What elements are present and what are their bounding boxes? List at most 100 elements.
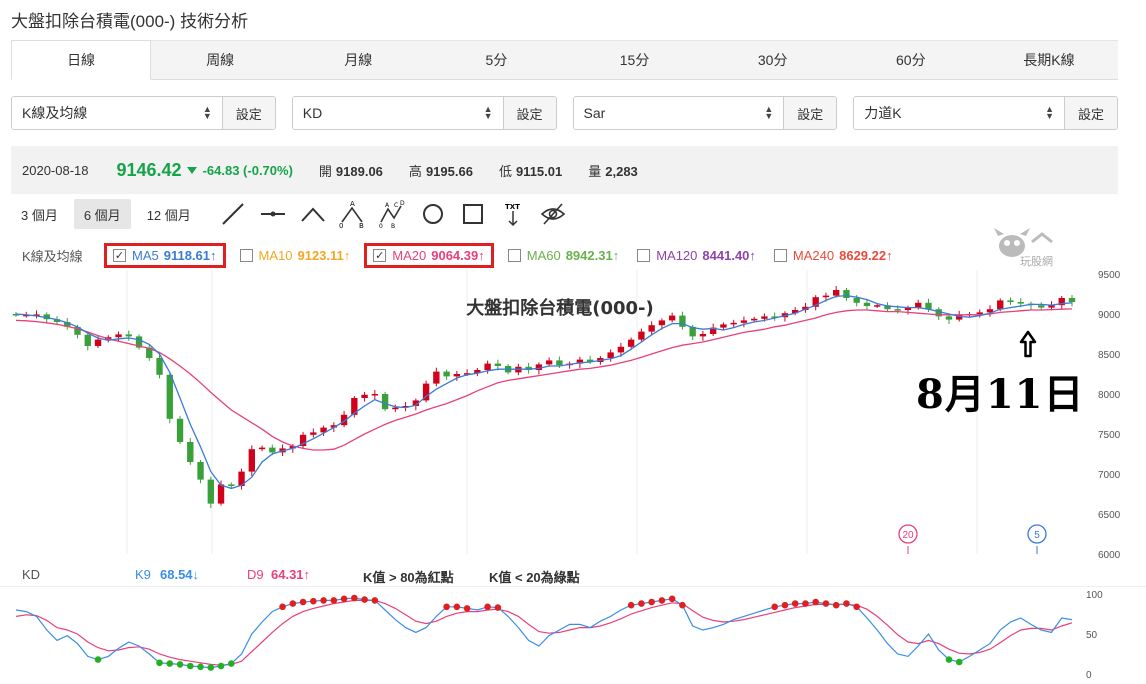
candle-body [915,302,922,308]
candle-body [668,315,676,321]
line-tool-icon[interactable] [219,200,247,228]
ma60-label: MA60 [526,247,561,263]
angle-icon[interactable] [299,200,327,228]
kd-high-dot [443,603,450,611]
select-arrows-icon: ▲ ▼ [1045,104,1054,121]
candle-body [176,418,184,442]
candle-body [658,320,666,326]
kd-high-dot [791,600,799,607]
candle-body [443,371,450,377]
up-arrow-icon [1019,330,1037,358]
kd-low-dot [945,656,953,663]
kd-high-dot [802,600,809,607]
y-tick-label: 6500 [1098,510,1121,521]
range-3m-button[interactable]: 3 個月 [11,199,68,229]
k9-label: K9 [135,567,151,582]
ma5-toggle[interactable]: ✓ MA5 9118.61↑ [104,242,226,268]
svg-text:A: A [350,200,355,208]
candle-body [453,374,461,377]
tab-monthly[interactable]: 月線 [289,40,428,79]
kd-chart[interactable]: 0 50 100 [0,586,1146,684]
kd-high-dot [812,598,819,606]
logo-text: 玩股網 [1020,254,1053,268]
ma240-toggle[interactable]: MA240 8629.22↑ [770,245,897,266]
volume-label: 量 [588,163,602,179]
candle-body [750,318,758,321]
circle-icon[interactable] [419,200,447,228]
select-value: Sar [583,105,606,121]
candle-body [720,324,727,328]
d9-line [15,599,1073,666]
kd-tick-label: 50 [1086,630,1098,641]
sub-indicator-3-settings-button[interactable]: 設定 [1064,97,1117,129]
volume-value: 2,283 [605,163,638,179]
tab-15min[interactable]: 15分 [565,40,704,79]
low-value: 9115.01 [515,163,563,179]
tab-30min[interactable]: 30分 [703,40,842,79]
svg-text:B: B [359,222,364,228]
kd-note-red: K值 > 80為紅點 [363,570,454,585]
select-arrows-icon: ▲ ▼ [483,104,493,121]
rectangle-icon[interactable] [459,200,487,228]
kd-note-green: K值 < 20為綠點 [489,570,580,585]
kd-legend: KD K9 68.54↓ D9 64.31↑ K值 > 80為紅點 K值 < 2… [11,562,1091,588]
ma120-toggle[interactable]: MA120 8441.40↑ [633,245,760,266]
checkbox-icon[interactable] [239,248,253,262]
main-indicator-select-group: K線及均線 ▲ ▼ 設定 [11,96,276,130]
ma60-toggle[interactable]: MA60 8942.31↑ [504,245,623,266]
main-indicator-select[interactable]: K線及均線 ▲ ▼ [12,97,222,129]
kd-high-dot [638,600,645,607]
candle-body [217,484,225,504]
abcd-pattern-icon[interactable]: ACD 0 B [379,200,407,228]
sub-indicator-1-select[interactable]: KD ▲ ▼ [292,97,503,129]
kd-high-dot [463,605,471,612]
ma10-toggle[interactable]: MA10 9123.11↑ [236,245,355,266]
tab-long-term[interactable]: 長期K線 [979,40,1118,79]
kd-low-dot [166,660,174,667]
checkbox-checked-icon[interactable]: ✓ [373,248,387,262]
candle-body [207,479,214,504]
candle-body [258,447,266,450]
kd-high-dot [484,603,491,611]
quote-high: 高 9195.66 [409,161,473,180]
kd-high-dot [658,597,666,604]
checkbox-icon[interactable] [507,248,521,262]
checkbox-checked-icon[interactable]: ✓ [113,248,126,262]
checkbox-icon[interactable] [773,248,787,262]
quote-date: 2020-08-18 [22,162,89,178]
kd-title: KD [22,567,41,582]
tab-5min[interactable]: 5分 [427,40,566,79]
kd-high-dot [310,597,317,605]
select-value: K線及均線 [22,105,88,121]
hide-icon[interactable] [539,200,567,228]
kd-high-dot [843,600,850,607]
kd-high-dot [371,597,379,604]
range-6m-button[interactable]: 6 個月 [73,199,131,229]
ma-legend: K線及均線 ✓ MA5 9118.61↑ MA10 9123.11↑ ✓ MA2… [11,240,907,270]
main-indicator-settings-button[interactable]: 設定 [221,97,275,129]
sub-indicator-2-select[interactable]: Sar ▲ ▼ [573,97,784,129]
kd-low-dot [207,664,215,671]
sub-indicator-1-settings-button[interactable]: 設定 [502,97,556,129]
candle-body [156,358,163,375]
open-value: 9189.06 [335,163,383,179]
tab-60min[interactable]: 60分 [841,40,980,79]
horizontal-line-icon[interactable] [259,200,287,228]
y-tick-label: 7000 [1098,470,1121,481]
text-tool-icon[interactable]: TXT [499,200,527,228]
sub-indicator-3-select[interactable]: 力道K ▲ ▼ [854,97,1064,129]
candle-body [125,334,132,337]
abc-pattern-icon[interactable]: A 0 B [339,200,367,228]
svg-text:A: A [385,202,390,209]
sub-indicator-2-settings-button[interactable]: 設定 [783,97,837,129]
indicator-selectors: K線及均線 ▲ ▼ 設定 KD ▲ ▼ 設定 Sar ▲ ▼ 設定 力道K ▲ ▼ 設定 [11,96,1118,130]
candle-body [997,300,1004,310]
range-toolbar: 3 個月 6 個月 12 個月 A0B ACD0B TXT [11,198,567,230]
kd-high-dot [832,601,840,609]
ma20-toggle[interactable]: ✓ MA20 9064.39↑ [364,242,494,268]
tab-weekly[interactable]: 周線 [151,40,290,79]
kd-low-dot [156,659,163,667]
checkbox-icon[interactable] [637,248,651,262]
range-12m-button[interactable]: 12 個月 [137,199,201,229]
tab-daily[interactable]: 日線 [11,40,152,80]
